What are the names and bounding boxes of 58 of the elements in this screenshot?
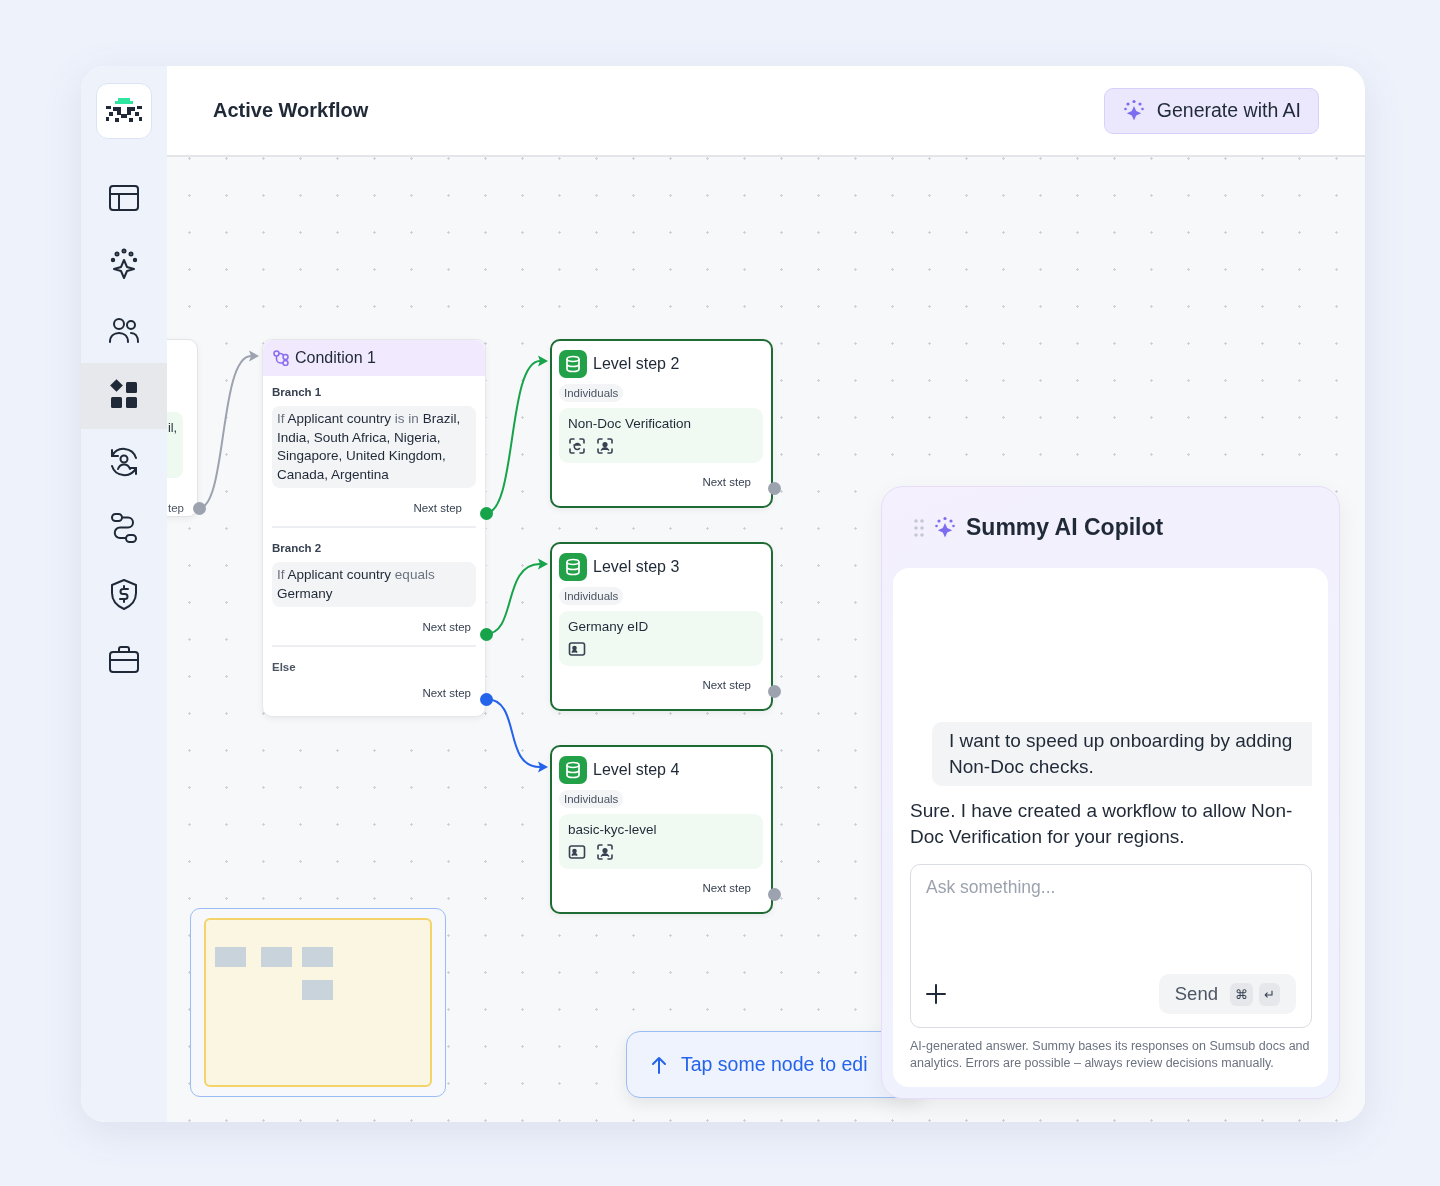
branch-label: Branch 2	[272, 542, 323, 554]
next-step-label: Next step	[702, 476, 751, 488]
node-title: Level step 3	[593, 558, 680, 576]
level-step-node[interactable]: Level step 2 Individuals Non-Doc Verification Next step	[550, 339, 773, 508]
branch-label: Branch 1	[272, 386, 323, 398]
hint-text: Tap some node to edi	[681, 1053, 868, 1076]
generate-ai-button[interactable]: Generate with AI	[1103, 87, 1319, 134]
assistant-message: Sure. I have created a workflow to allow Non-Doc Verification for your regions.	[910, 799, 1294, 849]
minimap-node	[215, 947, 246, 967]
next-step-label: Next step	[702, 679, 751, 691]
id-card-icon	[568, 640, 586, 658]
eid-scan-icon	[568, 437, 586, 455]
applicant-type-tag: Individuals	[559, 587, 624, 605]
check-name: basic-kyc-level	[568, 822, 658, 837]
check-name: Non-Doc Verification	[568, 416, 693, 431]
arrow-up-icon	[651, 1054, 667, 1075]
node-title: Condition 1	[295, 349, 376, 367]
key-hint: ↵	[1259, 982, 1280, 1006]
id-card-icon	[568, 843, 586, 861]
applicant-type-tag: Individuals	[559, 384, 624, 402]
disclaimer-text: AI-generated answer. Summy bases its responses on Sumsub docs and analytics. Errors are possible – always review decisions manually.	[910, 1038, 1311, 1071]
face-scan-icon	[596, 843, 614, 861]
drag-handle-icon[interactable]	[914, 518, 924, 537]
level-step-node[interactable]: Level step 4 Individuals basic-kyc-level Next step	[550, 745, 773, 914]
key-hint: ⌘	[1230, 982, 1253, 1006]
database-icon	[559, 756, 587, 784]
next-step-label: tep	[168, 502, 184, 514]
check-name: Germany eID	[568, 619, 650, 634]
check-name: il,	[168, 421, 178, 435]
next-step-label: Next step	[702, 882, 751, 894]
sparkle-icon	[934, 516, 956, 539]
chat-input-field[interactable]: Ask something... Send ⌘ ↵	[910, 864, 1312, 1028]
next-step-label: Next step	[413, 502, 462, 514]
level-step-node[interactable]: Level step 3 Individuals Germany eID Next step	[550, 542, 773, 711]
page-title: Active Workflow	[213, 99, 369, 122]
user-message: I want to speed up onboarding by adding Non-Doc checks.	[932, 722, 1312, 786]
applicant-type-tag: Individuals	[559, 790, 624, 808]
panel-title: Summy AI Copilot	[966, 514, 1164, 541]
next-step-label: Next step	[422, 687, 471, 699]
minimap-node	[261, 947, 292, 967]
database-icon	[559, 350, 587, 378]
face-scan-icon	[596, 437, 614, 455]
sparkle-icon	[1122, 99, 1145, 122]
database-icon	[559, 553, 587, 581]
minimap-node	[302, 947, 333, 967]
branch-icon	[273, 350, 289, 366]
node-title: Level step 2	[593, 355, 680, 373]
condition-node[interactable]	[262, 339, 486, 717]
minimap-node	[302, 980, 333, 1000]
sidebar-item[interactable]	[81, 363, 167, 429]
add-button[interactable]	[926, 984, 946, 1004]
next-step-label: Next step	[422, 621, 471, 633]
send-button[interactable]: Send ⌘ ↵	[1158, 974, 1296, 1014]
condition-text: If Applicant country is in Brazil, India, South Africa, Nigeria, Singapore, United Kingdom, Canada, Argentina	[272, 406, 476, 488]
workflow-node[interactable]: il, tep	[167, 339, 198, 517]
condition-text: If Applicant country equals Germany	[272, 562, 476, 607]
branch-label: Else	[272, 661, 297, 673]
node-title: Level step 4	[593, 761, 680, 779]
